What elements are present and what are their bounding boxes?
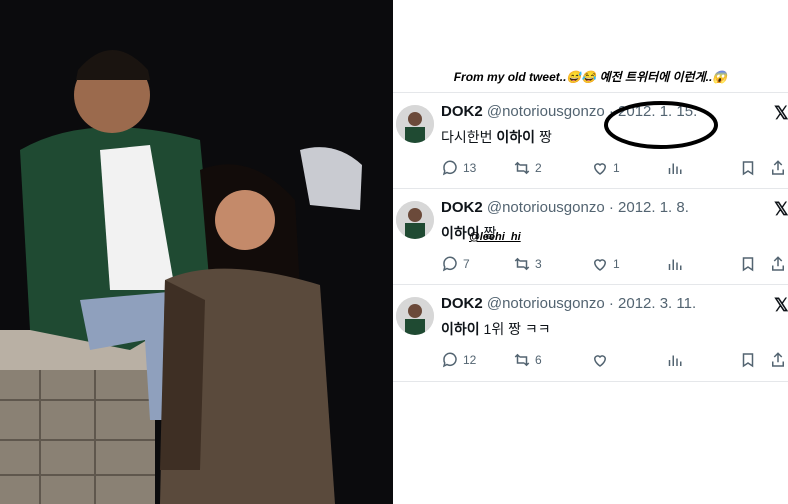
like-button[interactable]: 1 [591, 159, 620, 177]
tweet-header: DOK2 @notoriousgonzo · 2012. 1. 8. [441, 199, 689, 216]
bold-name: 이하이 [441, 321, 480, 337]
story-caption: From my old tweet..😅😂 예전 트위터에 이런게..😱 [453, 70, 728, 84]
like-button[interactable]: 1 [591, 255, 620, 273]
views-button[interactable] [665, 351, 683, 369]
timestamp[interactable]: 2012. 3. 11. [618, 295, 696, 312]
like-button[interactable] [591, 351, 613, 369]
tweet-header: DOK2 @notoriousgonzo · 2012. 3. 11. [441, 295, 696, 312]
reply-icon [442, 352, 457, 368]
separator: · [608, 199, 619, 216]
heart-icon [593, 355, 607, 367]
avatar[interactable] [396, 201, 434, 239]
bookmark-button[interactable] [739, 159, 757, 177]
share-icon [772, 256, 784, 271]
x-logo-icon: 𝕏 [774, 295, 788, 315]
tweet[interactable]: DOK2 @notoriousgonzo · 2012. 1. 8. 𝕏 이하이… [393, 188, 788, 285]
tweet-actions: 7 3 1 [441, 255, 788, 275]
handle[interactable]: @notoriousgonzo [487, 199, 605, 216]
tweet-text: 이하이 1위 짱 ㅋㅋ [441, 321, 551, 337]
tweet-actions: 13 2 1 [441, 159, 788, 179]
bookmark-icon [742, 353, 754, 368]
bar-chart-icon [668, 355, 682, 366]
share-icon [772, 160, 784, 175]
x-logo-icon: 𝕏 [774, 103, 788, 123]
tweet[interactable]: DOK2 @notoriousgonzo · 2012. 1. 15. 𝕏 다시… [393, 92, 788, 189]
display-name[interactable]: DOK2 [441, 199, 483, 216]
bookmark-icon [742, 161, 754, 176]
bookmark-button[interactable] [739, 255, 757, 273]
bookmark-button[interactable] [739, 351, 757, 369]
reply-button[interactable]: 7 [441, 255, 470, 273]
share-button[interactable] [769, 159, 787, 177]
story-photo [0, 0, 393, 504]
heart-icon [593, 259, 607, 271]
retweet-icon [514, 161, 530, 175]
reply-button[interactable]: 12 [441, 351, 476, 369]
handle[interactable]: @notoriousgonzo [487, 103, 605, 120]
separator: · [608, 295, 619, 312]
retweet-button[interactable]: 3 [513, 255, 542, 273]
handle[interactable]: @notoriousgonzo [487, 295, 605, 312]
photo-illustration [0, 0, 393, 504]
mention-tag[interactable]: @leehi_hi [469, 231, 521, 243]
views-button[interactable] [665, 255, 683, 273]
retweet-icon [514, 353, 530, 367]
bar-chart-icon [668, 259, 682, 270]
avatar[interactable] [396, 297, 434, 335]
bar-chart-icon [668, 163, 682, 174]
tweet-text: 다시한번 이하이 짱 [441, 129, 552, 145]
reply-icon [442, 160, 457, 176]
reply-icon [442, 256, 457, 272]
circled-annotation [604, 101, 718, 149]
share-icon [772, 352, 784, 367]
share-button[interactable] [769, 351, 787, 369]
timestamp[interactable]: 2012. 1. 8. [618, 199, 689, 216]
tweet-feed: From my old tweet..😅😂 예전 트위터에 이런게..😱 DOK… [393, 0, 788, 504]
display-name[interactable]: DOK2 [441, 295, 483, 312]
bookmark-icon [742, 257, 754, 272]
bold-name: 이하이 [496, 129, 536, 145]
heart-icon [593, 163, 607, 175]
x-logo-icon: 𝕏 [774, 199, 788, 219]
retweet-button[interactable]: 2 [513, 159, 542, 177]
retweet-button[interactable]: 6 [513, 351, 542, 369]
views-button[interactable] [665, 159, 683, 177]
share-button[interactable] [769, 255, 787, 273]
display-name[interactable]: DOK2 [441, 103, 483, 120]
tweet[interactable]: DOK2 @notoriousgonzo · 2012. 3. 11. 𝕏 이하… [393, 284, 788, 382]
reply-button[interactable]: 13 [441, 159, 476, 177]
retweet-icon [514, 257, 530, 271]
avatar[interactable] [396, 105, 434, 143]
tweet-actions: 12 6 [441, 351, 788, 371]
